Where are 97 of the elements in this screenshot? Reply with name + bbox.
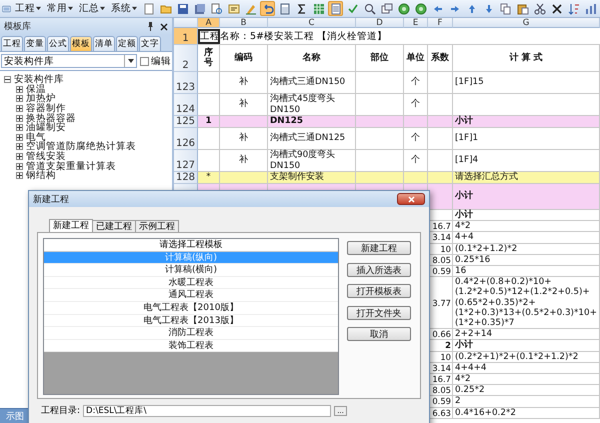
expand-icon[interactable] [16,134,23,141]
target-icon [398,2,410,14]
column-header[interactable]: G [453,18,600,28]
spreadsheet-icon [312,2,324,14]
checkbox-label: 编辑 [151,54,171,68]
panel-tab[interactable]: 公式 [47,36,69,51]
template-item[interactable]: 装饰工程表 [44,340,338,352]
dialog-tab[interactable]: 已建工程 [92,220,136,232]
copy-icon [500,2,512,14]
close-icon [408,196,414,202]
expand-icon[interactable] [16,124,23,132]
template-item[interactable]: 消防工程表 [44,327,338,340]
target-icon [414,2,426,14]
caret-icon [68,6,73,11]
magnifier-page-icon [210,2,222,14]
close-button[interactable] [397,193,425,205]
expand-icon[interactable] [16,153,23,160]
panel-tab[interactable]: 文字 [139,36,161,51]
menu-item[interactable]: 工程 [13,2,43,15]
directory-label: 工程目录: [41,404,80,417]
column-header[interactable]: F [428,18,453,28]
row-number[interactable]: 124 [174,94,198,116]
template-item[interactable]: 电气工程表【2013版】 [44,314,338,328]
template-item[interactable]: 水暖工程表 [44,276,338,290]
pin-icon[interactable] [147,22,154,31]
column-header[interactable]: C [268,18,356,28]
windows-icon [380,2,392,14]
paste-icon [516,2,528,14]
dialog-button[interactable]: 打开模板表 [347,284,411,298]
delete-icon [550,2,562,14]
expand-icon[interactable] [16,114,23,122]
expand-icon[interactable] [16,105,23,112]
expand-icon[interactable] [16,172,23,180]
expand-icon[interactable] [16,162,23,170]
directory-field[interactable]: D:\ESL\工程库\ [83,404,332,416]
row-number[interactable]: 1 [174,28,198,45]
edit-checkbox[interactable] [140,56,149,66]
library-select[interactable]: 安装构件库 [1,54,137,68]
expand-icon[interactable] [16,95,23,102]
row-number[interactable]: 125 [174,116,198,128]
panel-title: 模板库 [4,20,31,33]
caret-icon [132,6,137,11]
toolbar-button[interactable] [362,1,377,16]
dialog-button[interactable]: 取消 [347,327,411,342]
template-item[interactable]: 电气工程表【2010版】 [44,302,338,315]
tree-item[interactable]: 钢结构 [26,169,56,182]
column-header[interactable]: A [198,18,220,28]
column-header[interactable]: E [404,18,428,28]
panel-tab[interactable]: 模板 [70,36,92,51]
collapse-icon[interactable] [4,76,11,84]
template-item[interactable]: 计算稿(横向) [44,264,338,277]
panel-tab[interactable]: 变量 [24,36,46,51]
panel-tab[interactable]: 工程 [1,36,23,51]
expand-icon[interactable] [16,86,23,93]
dialog-button[interactable]: 打开文件夹 [347,306,411,320]
row-number[interactable]: 127 [174,150,198,172]
form-icon [228,2,240,14]
document-icon [142,2,154,14]
checkmark-icon [346,2,358,14]
menu-item[interactable]: 常用 [45,2,75,15]
close-icon[interactable] [160,22,168,30]
panel-tab[interactable]: 清单 [93,36,115,51]
undo-icon [262,2,274,14]
row-number[interactable]: 128 [174,172,198,184]
table-cell: 0.4*16+0.2*2 [453,408,600,419]
table-icon [330,2,342,14]
row-number[interactable]: 126 [174,128,198,150]
scissors-icon [534,2,546,14]
toolbar-button[interactable] [175,1,190,16]
template-item[interactable]: 通风工程表 [44,289,338,302]
disk-icon [194,2,206,14]
dialog-title: 新建工程 [33,194,69,206]
menu-item[interactable]: 汇总 [77,2,107,15]
dropdown-icon [128,58,134,64]
caret-icon [36,6,41,11]
menu-item[interactable]: 系统 [109,2,139,15]
expand-icon[interactable] [16,143,23,150]
save-icon [176,2,188,14]
chart-icon [584,2,596,14]
zoom-icon [364,2,376,14]
panel-tab[interactable]: 定额 [116,36,138,51]
column-header[interactable]: D [356,18,404,28]
sort-icon [568,2,580,14]
dialog-button[interactable]: 插入所选表 [347,262,411,277]
dialog-button[interactable]: 新建工程 [347,241,411,255]
sigma-icon [296,2,308,14]
toolbar-button[interactable] [532,1,547,16]
dialog-tab[interactable]: 新建工程 [49,219,93,232]
folder-icon [160,2,172,14]
caret-icon [100,6,105,11]
dialog-tab[interactable]: 示例工程 [135,220,179,232]
pencil-icon [244,2,256,14]
column-header[interactable]: B [220,18,268,28]
row-number[interactable]: 2 [174,45,198,72]
list-header: 请选择工程模板 [44,239,338,252]
row-number[interactable]: 123 [174,72,198,94]
calculator-icon [278,2,290,14]
